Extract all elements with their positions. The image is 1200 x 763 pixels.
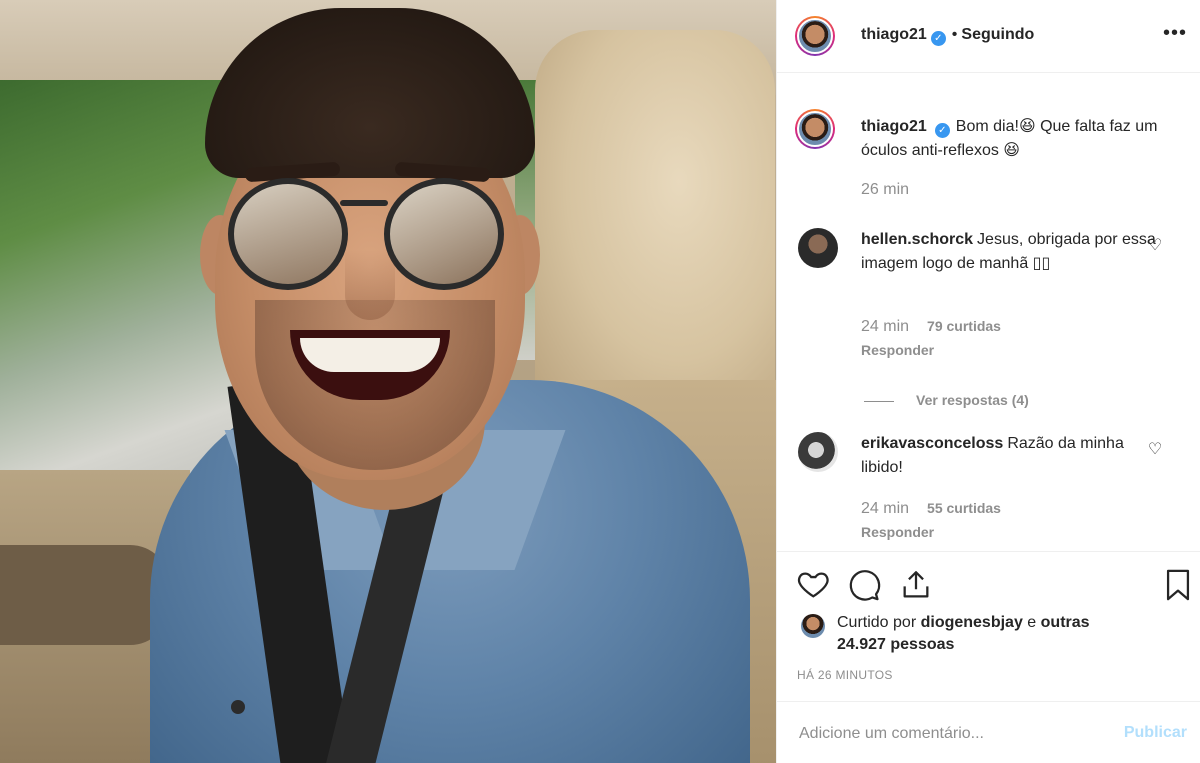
verified-badge-icon: ✓ [934, 123, 950, 138]
add-comment-bar: Publicar [777, 701, 1200, 763]
liker-avatar[interactable] [801, 614, 825, 638]
nose [345, 250, 395, 320]
bookmark-icon[interactable] [1161, 568, 1195, 602]
caption-text-block: thiago21 ✓ Bom dia!😆 Que falta faz um ócul… [861, 115, 1161, 163]
teeth [300, 338, 440, 372]
comment-input[interactable] [797, 720, 1101, 748]
verified-badge-icon: ✓ [930, 31, 946, 46]
comment-text-block: erikavasconceloss Razão da minha libido! [861, 432, 1156, 480]
more-options-icon[interactable]: ••• [1163, 22, 1187, 45]
glasses-lens-right [384, 178, 504, 290]
commenter-username[interactable]: hellen.schorck [861, 231, 973, 248]
liked-by-prefix: Curtido por [837, 614, 921, 631]
following-button[interactable]: Seguindo [961, 26, 1034, 43]
comments-section[interactable]: thiago21 ✓ Bom dia!😆 Que falta faz um ócul… [777, 73, 1200, 551]
share-icon[interactable] [899, 568, 933, 602]
caption-username[interactable]: thiago21 [861, 118, 927, 135]
commenter-avatar[interactable] [798, 432, 838, 472]
glasses-bridge [340, 200, 388, 206]
post-photo[interactable] [0, 0, 776, 763]
like-comment-heart-icon[interactable]: ♡ [1147, 442, 1163, 458]
view-replies-label: Ver respostas (4) [916, 392, 1029, 408]
reply-button[interactable]: Responder [861, 342, 934, 358]
post-header: thiago21 ✓ • Seguindo ••• [777, 0, 1200, 73]
comment-meta: 24 min 55 curtidas [861, 500, 1001, 518]
comment-likes[interactable]: 79 curtidas [927, 318, 1001, 334]
comment-meta: 24 min 79 curtidas [861, 318, 1001, 336]
glasses-lens-left [228, 178, 348, 290]
door-handle [0, 545, 170, 645]
view-replies-button[interactable]: Ver respostas (4) [864, 392, 1029, 408]
author-avatar[interactable] [795, 16, 835, 56]
comment-time[interactable]: 24 min [861, 500, 909, 517]
commenter-avatar[interactable] [798, 228, 838, 268]
author-username[interactable]: thiago21 [861, 26, 927, 43]
reply-button[interactable]: Responder [861, 524, 934, 540]
caption-avatar[interactable] [795, 109, 835, 149]
liked-by-and: e [1022, 614, 1041, 631]
comment-time[interactable]: 24 min [861, 318, 909, 335]
post-timestamp[interactable]: HÁ 26 MINUTOS [797, 668, 893, 682]
caption-time[interactable]: 26 min [861, 181, 909, 199]
header-text: thiago21 ✓ • Seguindo [861, 26, 1034, 46]
liker-username[interactable]: diogenesbjay [921, 614, 1023, 631]
commenter-username[interactable]: erikavasconceloss [861, 435, 1003, 452]
post-actions: Curtido por diogenesbjay e outras 24.927… [777, 551, 1200, 701]
post-side-panel: thiago21 ✓ • Seguindo ••• thiago21 ✓ Bom dia!… [776, 0, 1200, 763]
comment-text-block: hellen.schorck Jesus, obrigada por essa i… [861, 228, 1156, 276]
comment-bubble-icon[interactable] [847, 568, 881, 602]
comment-likes[interactable]: 55 curtidas [927, 500, 1001, 516]
like-comment-heart-icon[interactable]: ♡ [1147, 238, 1163, 254]
replies-divider-line [864, 400, 894, 402]
shirt-button [231, 700, 245, 714]
publish-button[interactable]: Publicar [1124, 724, 1187, 742]
likes-text: Curtido por diogenesbjay e outras 24.927… [837, 612, 1097, 656]
seat-headrest [535, 30, 775, 410]
separator-dot: • [951, 26, 958, 43]
like-heart-icon[interactable] [797, 568, 831, 602]
